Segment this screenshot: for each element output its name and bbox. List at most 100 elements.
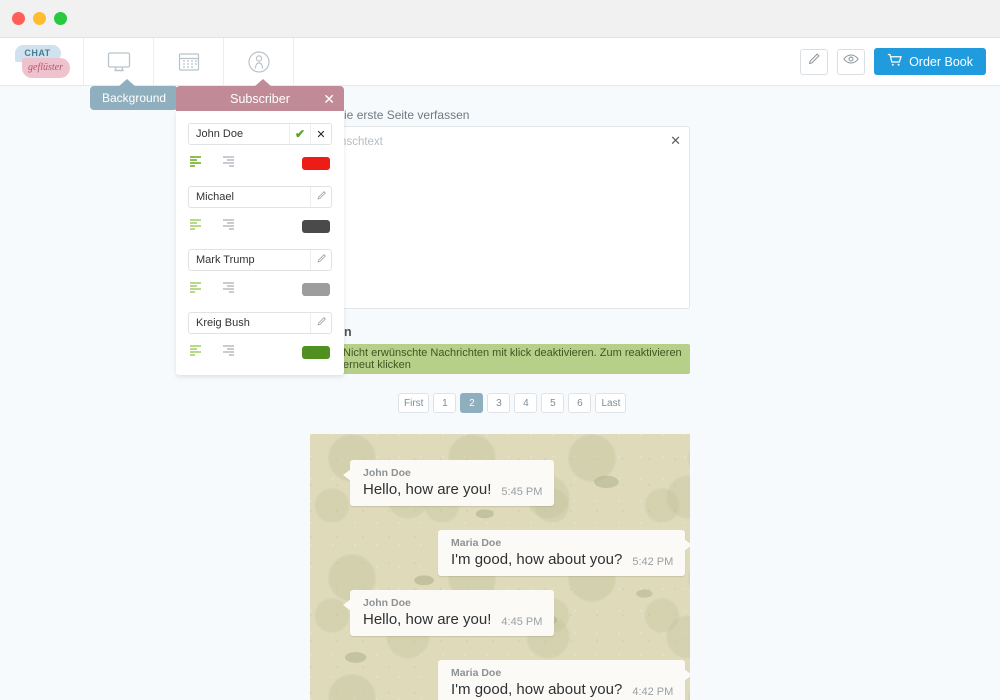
cart-icon <box>887 53 902 70</box>
chat-message[interactable]: Maria Doe I'm good, how about you? 4:42 … <box>438 660 690 700</box>
preview-button[interactable] <box>837 48 866 75</box>
cancel-button[interactable]: ✕ <box>310 124 331 144</box>
window-titlebar <box>0 0 1000 38</box>
subscriber-row: Michael <box>188 186 332 235</box>
subscriber-controls <box>188 280 332 298</box>
logo-text-top: CHAT <box>24 48 51 58</box>
nav-item-subscriber[interactable] <box>224 38 294 85</box>
pagination-page-6[interactable]: 6 <box>568 393 592 413</box>
chat-message[interactable]: Maria Doe I'm good, how about you? 5:42 … <box>438 530 690 576</box>
eye-icon <box>843 52 859 71</box>
subscriber-panel-title: Subscriber <box>230 91 290 106</box>
align-left-icon[interactable] <box>190 280 203 298</box>
pagination-page-4[interactable]: 4 <box>514 393 538 413</box>
window-close-button[interactable] <box>12 12 25 25</box>
info-alert-text: Nicht erwünschte Nachrichten mit klick d… <box>343 347 682 371</box>
message-bubble: John Doe Hello, how are you! 5:45 PM <box>342 460 555 506</box>
edit-button[interactable] <box>310 313 331 333</box>
subscriber-row: Kreig Bush <box>188 312 332 361</box>
logo-graphic: CHAT geflüster <box>11 44 73 80</box>
pagination-page-3[interactable]: 3 <box>487 393 511 413</box>
pagination-page-5[interactable]: 5 <box>541 393 565 413</box>
pencil-icon <box>316 190 327 204</box>
chat-message[interactable]: John Doe Hello, how are you! 4:45 PM <box>342 590 555 636</box>
close-icon[interactable]: ✕ <box>323 92 335 106</box>
top-navigation-bar: CHAT geflüster Order Book <box>0 38 1000 86</box>
subscriber-name-input[interactable]: Kreig Bush <box>188 312 332 334</box>
logo-text-bottom: geflüster <box>28 62 63 73</box>
message-bubble: Maria Doe I'm good, how about you? 4:42 … <box>438 660 690 700</box>
tooltip-background-label: Background <box>102 91 167 105</box>
panel-arrow <box>254 79 272 87</box>
align-right-icon[interactable] <box>221 280 234 298</box>
wish-text-textarea[interactable]: Wunschtext ✕ <box>310 126 690 309</box>
pagination-page-2[interactable]: 2 <box>460 393 484 413</box>
subscriber-name-input[interactable]: Michael <box>188 186 332 208</box>
monitor-icon <box>106 50 132 74</box>
subscriber-panel-header: Subscriber ✕ <box>176 79 344 111</box>
logo-bubble-bottom: geflüster <box>21 57 70 78</box>
color-swatch[interactable] <box>302 345 330 359</box>
x-icon: ✕ <box>316 128 326 141</box>
window-minimize-button[interactable] <box>33 12 46 25</box>
calendar-icon <box>177 51 201 73</box>
confirm-button[interactable]: ✔ <box>289 124 310 144</box>
subscriber-name-value: Mark Trump <box>196 254 255 266</box>
align-right-icon[interactable] <box>221 217 234 235</box>
chat-message[interactable]: John Doe Hello, how are you! 5:45 PM <box>342 460 555 506</box>
message-author: Maria Doe <box>451 667 502 679</box>
message-author: John Doe <box>363 467 411 479</box>
pagination: First 1 2 3 4 5 6 Last <box>398 393 627 413</box>
color-swatch[interactable] <box>302 156 330 170</box>
message-time: 5:45 PM <box>501 486 543 498</box>
pencil-icon <box>316 253 327 267</box>
subscriber-controls <box>188 343 332 361</box>
message-time: 4:42 PM <box>632 686 674 698</box>
edit-button[interactable] <box>310 250 331 270</box>
subscriber-row: Mark Trump <box>188 249 332 298</box>
align-left-icon[interactable] <box>190 217 203 235</box>
tooltip-arrow <box>118 79 136 87</box>
edit-button[interactable] <box>800 48 829 75</box>
window-zoom-button[interactable] <box>54 12 67 25</box>
align-left-icon[interactable] <box>190 343 203 361</box>
align-right-icon[interactable] <box>221 343 234 361</box>
app-logo[interactable]: CHAT geflüster <box>0 38 84 85</box>
toolbar-actions: Order Book <box>800 38 1000 85</box>
subscriber-controls <box>188 154 332 172</box>
subscriber-controls <box>188 217 332 235</box>
color-swatch[interactable] <box>302 219 330 233</box>
pencil-icon <box>807 52 821 71</box>
message-bubble: Maria Doe I'm good, how about you? 5:42 … <box>438 530 690 576</box>
message-text: Hello, how are you! <box>363 611 492 628</box>
pagination-first[interactable]: First <box>398 393 430 413</box>
nav-item-calendar[interactable] <box>154 38 224 85</box>
tooltip-background: Background <box>90 79 179 110</box>
subscriber-name-value: Michael <box>196 191 234 203</box>
subscriber-panel: Subscriber ✕ John Doe ✔ ✕ Michael Mark T… <box>176 79 344 375</box>
info-alert: i Nicht erwünschte Nachrichten mit klick… <box>310 344 690 374</box>
pagination-last[interactable]: Last <box>595 393 627 413</box>
order-book-label: Order Book <box>909 54 973 69</box>
message-bubble: John Doe Hello, how are you! 4:45 PM <box>342 590 555 636</box>
message-text: I'm good, how about you? <box>451 551 623 568</box>
message-text: I'm good, how about you? <box>451 681 623 698</box>
color-swatch[interactable] <box>302 282 330 296</box>
subscriber-name-input[interactable]: John Doe ✔ ✕ <box>188 123 332 145</box>
pagination-page-1[interactable]: 1 <box>433 393 457 413</box>
nav-item-background[interactable] <box>84 38 154 85</box>
subscriber-name-value: Kreig Bush <box>196 317 250 329</box>
align-right-icon[interactable] <box>221 154 234 172</box>
align-left-icon[interactable] <box>190 154 203 172</box>
message-author: Maria Doe <box>451 537 502 549</box>
clear-textarea-button[interactable]: ✕ <box>670 133 681 149</box>
order-book-button[interactable]: Order Book <box>874 48 986 75</box>
subscriber-name-input[interactable]: Mark Trump <box>188 249 332 271</box>
message-text: Hello, how are you! <box>363 481 492 498</box>
nav-left-group: CHAT geflüster <box>0 38 294 85</box>
chat-preview: John Doe Hello, how are you! 5:45 PM Mar… <box>310 434 690 700</box>
message-author: John Doe <box>363 597 411 609</box>
edit-button[interactable] <box>310 187 331 207</box>
subscriber-panel-body: John Doe ✔ ✕ Michael Mark Trump Kreig Bu… <box>176 111 344 375</box>
pencil-icon <box>316 316 327 330</box>
